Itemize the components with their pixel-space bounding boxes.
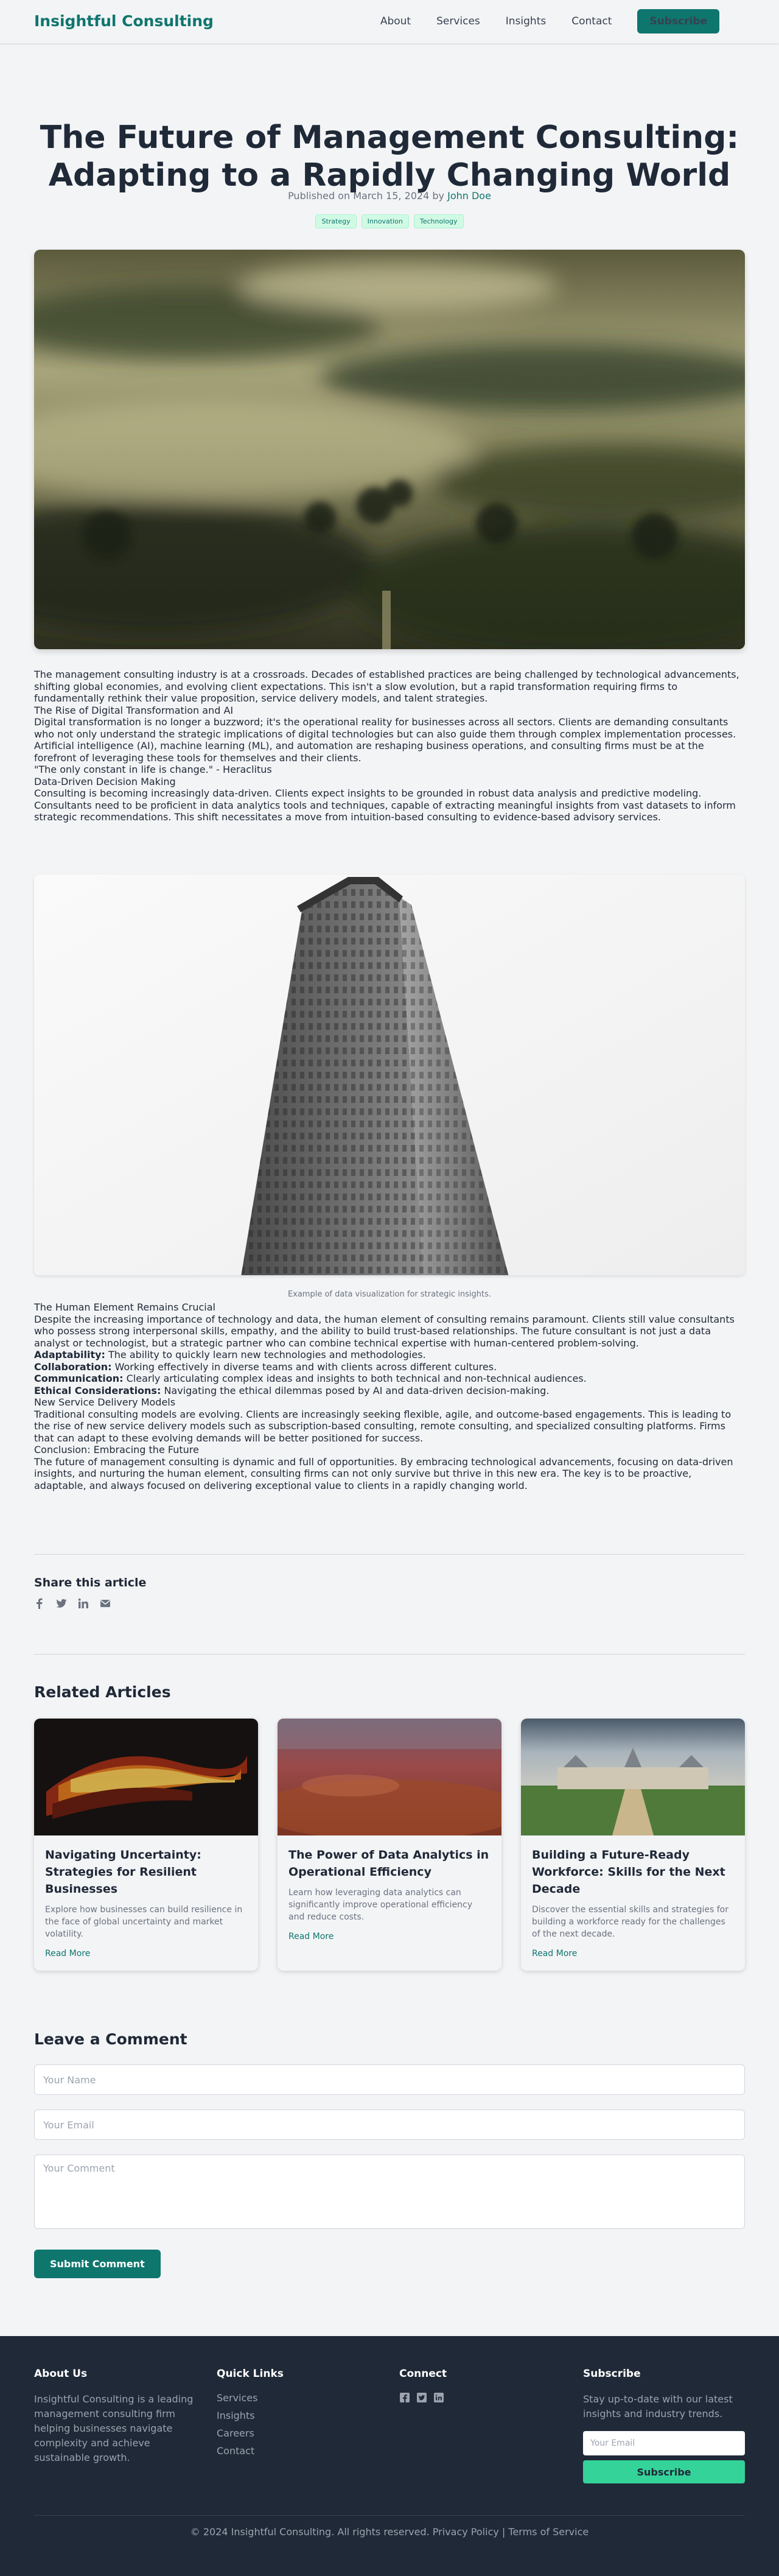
skill-term: Collaboration: xyxy=(34,1360,112,1373)
card-title[interactable]: Building a Future-Ready Workforce: Skill… xyxy=(532,1846,734,1898)
related-card[interactable]: Navigating Uncertainty: Strategies for R… xyxy=(34,1719,258,1971)
nav-contact[interactable]: Contact xyxy=(571,15,612,27)
site-logo[interactable]: Insightful Consulting xyxy=(34,12,214,30)
footer-connect: Connect xyxy=(399,2368,561,2403)
article-title: The Future of Management Consulting: Ada… xyxy=(40,119,739,194)
article-body-part2: The Human Element Remains Crucial Despit… xyxy=(34,1301,745,1491)
facebook-icon[interactable] xyxy=(399,2392,410,2403)
footer-about-title: About Us xyxy=(34,2368,88,2380)
related-card[interactable]: Building a Future-Ready Workforce: Skill… xyxy=(521,1719,745,1971)
tag-strategy[interactable]: Strategy xyxy=(315,214,357,228)
article-meta: Published on March 15, 2024 by John Doe xyxy=(34,190,745,202)
paragraph: The future of management consulting is d… xyxy=(34,1455,733,1491)
comment-field[interactable] xyxy=(34,2155,745,2229)
publish-info: Published on March 15, 2024 by xyxy=(288,190,445,202)
section-heading-models: New Service Delivery Models xyxy=(34,1396,176,1408)
skill-desc: Clearly articulating complex ideas and i… xyxy=(123,1373,587,1384)
section-heading-data: Data-Driven Decision Making xyxy=(34,775,176,787)
nav-services[interactable]: Services xyxy=(436,15,480,27)
paragraph: Consultants need to be proficient in dat… xyxy=(34,799,736,823)
quote: "The only constant in life is change." -… xyxy=(34,764,272,775)
section-heading-human: The Human Element Remains Crucial xyxy=(34,1301,215,1313)
skill-desc: The ability to quickly learn new technol… xyxy=(105,1349,426,1360)
read-more-link[interactable]: Read More xyxy=(532,1949,734,1958)
footer-link-careers[interactable]: Careers xyxy=(217,2427,379,2439)
nav-insights[interactable]: Insights xyxy=(506,15,546,27)
footer-connect-title: Connect xyxy=(399,2368,447,2380)
section-heading-digital: The Rise of Digital Transformation and A… xyxy=(34,704,234,716)
skill-term: Adaptability: xyxy=(34,1349,105,1360)
skill-item: Adaptability: The ability to quickly lea… xyxy=(34,1349,745,1361)
name-field[interactable] xyxy=(34,2064,745,2095)
comment-title: Leave a Comment xyxy=(34,2030,187,2048)
nav-about[interactable]: About xyxy=(380,15,411,27)
author-link[interactable]: John Doe xyxy=(447,190,491,202)
tag-innovation[interactable]: Innovation xyxy=(361,214,409,228)
intro-paragraph: The management consulting industry is at… xyxy=(34,669,739,704)
card-image xyxy=(34,1719,258,1835)
footer-subscribe: Subscribe Stay up-to-date with our lates… xyxy=(583,2368,745,2483)
paragraph: Consulting is becoming increasingly data… xyxy=(34,787,702,799)
paragraph: Artificial intelligence (AI), machine le… xyxy=(34,740,704,764)
card-description: Learn how leveraging data analytics can … xyxy=(288,1888,473,1922)
paragraph: Despite the increasing importance of tec… xyxy=(34,1313,735,1349)
twitter-icon[interactable] xyxy=(56,1598,67,1609)
image-caption: Example of data visualization for strate… xyxy=(287,1290,492,1299)
related-title: Related Articles xyxy=(34,1683,171,1701)
paragraph: Digital transformation is no longer a bu… xyxy=(34,716,736,740)
skill-item: Communication: Clearly articulating comp… xyxy=(34,1373,745,1385)
skill-term: Communication: xyxy=(34,1373,124,1384)
read-more-link[interactable]: Read More xyxy=(288,1932,491,1941)
card-title[interactable]: Navigating Uncertainty: Strategies for R… xyxy=(45,1846,247,1898)
skill-item: Ethical Considerations: Navigating the e… xyxy=(34,1385,745,1397)
header-subscribe-button[interactable]: Subscribe xyxy=(637,9,719,33)
email-icon[interactable] xyxy=(100,1598,111,1609)
section-heading-conclusion: Conclusion: Embracing the Future xyxy=(34,1444,199,1455)
read-more-link[interactable]: Read More xyxy=(45,1949,247,1958)
footer-link-insights[interactable]: Insights xyxy=(217,2410,379,2421)
card-image xyxy=(278,1719,501,1840)
related-cards: Navigating Uncertainty: Strategies for R… xyxy=(34,1719,745,1971)
paragraph: Traditional consulting models are evolvi… xyxy=(34,1408,732,1444)
tag-technology[interactable]: Technology xyxy=(413,214,464,228)
copyright: © 2024 Insightful Consulting. All rights… xyxy=(190,2526,589,2538)
linkedin-icon[interactable] xyxy=(78,1598,89,1609)
related-card[interactable]: The Power of Data Analytics in Operation… xyxy=(278,1719,501,1971)
footer-subscribe-text: Stay up-to-date with our latest insights… xyxy=(583,2393,733,2419)
skill-desc: Working effectively in diverse teams and… xyxy=(111,1360,497,1373)
card-image xyxy=(521,1719,745,1835)
footer-about: About Us Insightful Consulting is a lead… xyxy=(34,2368,196,2465)
site-header: Insightful Consulting About Services Ins… xyxy=(0,0,779,43)
site-footer: About Us Insightful Consulting is a lead… xyxy=(0,2336,779,2576)
divider xyxy=(34,1554,745,1555)
facebook-icon[interactable] xyxy=(34,1598,45,1609)
email-field[interactable] xyxy=(34,2110,745,2140)
main-nav: About Services Insights Contact Subscrib… xyxy=(380,9,745,33)
share-icons xyxy=(34,1598,111,1609)
article-body-part1: The management consulting industry is at… xyxy=(34,669,745,823)
building-image xyxy=(34,875,745,1275)
footer-email-input[interactable] xyxy=(583,2431,745,2455)
article-tags: Strategy Innovation Technology xyxy=(34,214,745,228)
footer-subscribe-title: Subscribe xyxy=(583,2368,641,2380)
footer-link-services[interactable]: Services xyxy=(217,2392,379,2404)
linkedin-icon[interactable] xyxy=(433,2392,444,2403)
skill-desc: Navigating the ethical dilemmas posed by… xyxy=(161,1384,550,1396)
footer-about-text: Insightful Consulting is a leading manag… xyxy=(34,2393,194,2463)
skill-item: Collaboration: Working effectively in di… xyxy=(34,1361,745,1373)
footer-link-contact[interactable]: Contact xyxy=(217,2445,379,2457)
twitter-icon[interactable] xyxy=(416,2392,427,2403)
share-title: Share this article xyxy=(34,1576,147,1589)
card-title[interactable]: The Power of Data Analytics in Operation… xyxy=(288,1846,491,1881)
divider xyxy=(34,1654,745,1655)
footer-divider xyxy=(34,2515,745,2516)
submit-comment-button[interactable]: Submit Comment xyxy=(34,2250,161,2278)
hero-image xyxy=(34,250,745,649)
footer-quick-links: Quick Links Services Insights Careers Co… xyxy=(217,2368,379,2463)
card-description: Discover the essential skills and strate… xyxy=(532,1905,728,1939)
skill-term: Ethical Considerations: xyxy=(34,1384,161,1396)
footer-subscribe-button[interactable]: Subscribe xyxy=(583,2460,745,2483)
card-description: Explore how businesses can build resilie… xyxy=(45,1905,243,1939)
footer-links-title: Quick Links xyxy=(217,2368,284,2380)
